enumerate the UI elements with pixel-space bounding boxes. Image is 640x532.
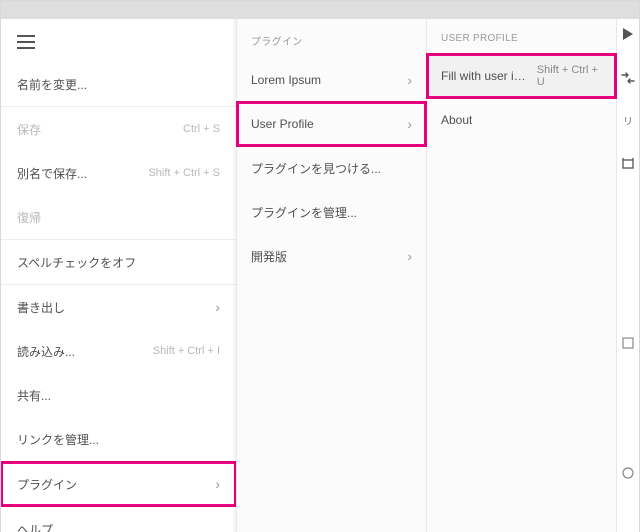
label: 保存 (17, 121, 41, 138)
app-window: 名前を変更... 保存 Ctrl + S 別名で保存... Shift + Ct… (0, 0, 640, 532)
label: About (441, 113, 472, 127)
user-profile-item-fill-image[interactable]: Fill with user ima... Shift + Ctrl + U (427, 54, 616, 98)
menu-item-manage-links[interactable]: リンクを管理... (1, 417, 236, 461)
plugin-item-lorem-ipsum[interactable]: Lorem Ipsum › (237, 58, 426, 102)
window-titlebar (1, 1, 639, 19)
shortcut: Shift + Ctrl + I (153, 345, 220, 357)
label: スペルチェックをオフ (17, 254, 136, 271)
hamburger-icon[interactable] (17, 35, 35, 49)
user-profile-panel: USER PROFILE Fill with user ima... Shift… (427, 19, 617, 532)
label: User Profile (251, 117, 314, 131)
menu-item-export[interactable]: 書き出し › (1, 285, 236, 329)
label: Fill with user ima... (441, 69, 531, 83)
shortcut: Shift + Ctrl + U (537, 64, 602, 88)
label: 共有... (17, 387, 51, 404)
square-icon[interactable] (619, 334, 637, 352)
file-menu-panel: 名前を変更... 保存 Ctrl + S 別名で保存... Shift + Ct… (1, 19, 237, 532)
label: 開発版 (251, 248, 287, 265)
menu-item-save-as[interactable]: 別名で保存... Shift + Ctrl + S (1, 151, 236, 195)
chevron-right-icon: › (215, 477, 220, 491)
label: リンクを管理... (17, 431, 99, 448)
plugin-item-dev-version[interactable]: 開発版 › (237, 234, 426, 278)
chevron-right-icon: › (215, 300, 220, 314)
right-tool-strip: リ (617, 19, 639, 532)
plugin-item-find-plugins[interactable]: プラグインを見つける... (237, 146, 426, 190)
arrows-icon[interactable] (619, 69, 637, 87)
label: プラグインを管理... (251, 204, 357, 221)
right-strip-inner: リ (617, 19, 639, 482)
chevron-right-icon: › (407, 117, 412, 131)
play-icon[interactable] (619, 25, 637, 43)
shortcut: Ctrl + S (183, 123, 220, 135)
label: 書き出し (17, 299, 65, 316)
artboard-icon[interactable] (619, 154, 637, 172)
circle-icon[interactable] (619, 464, 637, 482)
plugin-item-manage-plugins[interactable]: プラグインを管理... (237, 190, 426, 234)
label: 読み込み... (17, 343, 75, 360)
panels-container: 名前を変更... 保存 Ctrl + S 別名で保存... Shift + Ct… (1, 19, 639, 532)
plugin-item-user-profile[interactable]: User Profile › (237, 102, 426, 146)
panel-header: USER PROFILE (427, 19, 616, 54)
label: 別名で保存... (17, 165, 87, 182)
plugins-panel: プラグイン Lorem Ipsum › User Profile › プラグイン… (237, 19, 427, 532)
menu-item-import[interactable]: 読み込み... Shift + Ctrl + I (1, 329, 236, 373)
menu-item-share[interactable]: 共有... (1, 373, 236, 417)
shortcut: Shift + Ctrl + S (148, 167, 220, 179)
ri-label[interactable]: リ (623, 113, 633, 128)
label: 名前を変更... (17, 76, 87, 93)
chevron-right-icon: › (407, 249, 412, 263)
label: プラグイン (17, 476, 77, 493)
menu-item-revert: 復帰 (1, 195, 236, 239)
label: Lorem Ipsum (251, 73, 321, 87)
menu-item-plugins[interactable]: プラグイン › (1, 462, 236, 506)
panel-header: プラグイン (237, 19, 426, 58)
menu-item-rename[interactable]: 名前を変更... (1, 62, 236, 106)
label: 復帰 (17, 209, 41, 226)
menu-item-save: 保存 Ctrl + S (1, 107, 236, 151)
menu-item-spellcheck-off[interactable]: スペルチェックをオフ (1, 240, 236, 284)
menu-item-help[interactable]: ヘルプ... (1, 507, 236, 532)
chevron-right-icon: › (407, 73, 412, 87)
label: ヘルプ... (17, 521, 63, 532)
hamburger-row (1, 19, 236, 62)
user-profile-item-about[interactable]: About (427, 98, 616, 142)
label: プラグインを見つける... (251, 160, 381, 177)
